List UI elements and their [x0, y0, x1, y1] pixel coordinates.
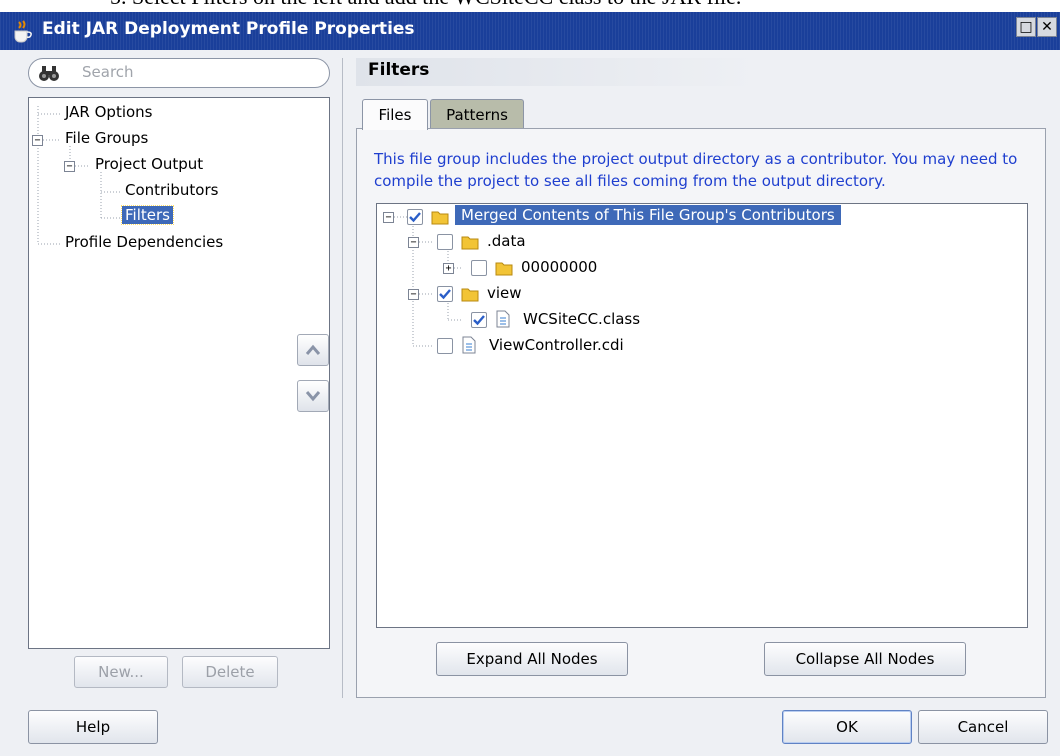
collapse-root-icon[interactable]: −: [383, 212, 394, 223]
expand-zeros-icon[interactable]: +: [443, 263, 454, 274]
page-title: Filters: [368, 60, 430, 80]
binoculars-icon: [38, 63, 60, 83]
data-checkbox[interactable]: [437, 234, 453, 250]
folder-icon: [461, 286, 479, 306]
expand-all-nodes-button[interactable]: Expand All Nodes: [436, 642, 628, 676]
view-checkbox[interactable]: [437, 286, 453, 302]
navigation-tree: − − JAR Options File Groups Project Outp…: [28, 97, 330, 649]
file-tree: − Merged Contents of This File Group's C…: [376, 203, 1028, 628]
move-down-button[interactable]: [297, 380, 329, 412]
nav-item-file-groups[interactable]: File Groups: [65, 129, 148, 147]
collapse-file-groups-icon[interactable]: −: [32, 135, 43, 146]
delete-button[interactable]: Delete: [182, 656, 278, 688]
checkmark-icon: [473, 315, 485, 326]
pane-divider[interactable]: [342, 58, 343, 698]
collapse-view-icon[interactable]: −: [408, 289, 419, 300]
collapse-all-nodes-button[interactable]: Collapse All Nodes: [764, 642, 966, 676]
move-up-button[interactable]: [297, 334, 329, 366]
help-button[interactable]: Help: [28, 710, 158, 744]
view-folder-label[interactable]: view: [487, 284, 522, 302]
close-button[interactable]: ✕: [1037, 17, 1057, 37]
checkmark-icon: [409, 212, 421, 223]
maximize-button[interactable]: □: [1016, 17, 1036, 37]
info-message: This file group includes the project out…: [374, 150, 1018, 190]
cancel-button[interactable]: Cancel: [918, 710, 1048, 744]
nav-item-project-output[interactable]: Project Output: [95, 155, 203, 173]
collapse-project-output-icon[interactable]: −: [64, 161, 75, 172]
nav-item-jar-options[interactable]: JAR Options: [65, 103, 153, 121]
chevron-up-icon: [305, 344, 321, 355]
root-node-label[interactable]: Merged Contents of This File Group's Con…: [455, 205, 841, 225]
root-checkbox[interactable]: [407, 209, 423, 225]
chevron-down-icon: [305, 391, 321, 402]
wcsite-checkbox[interactable]: [471, 312, 487, 328]
nav-item-profile-dependencies[interactable]: Profile Dependencies: [65, 233, 223, 251]
nav-item-contributors[interactable]: Contributors: [125, 181, 218, 199]
zeros-folder-label[interactable]: 00000000: [521, 258, 597, 276]
folder-icon: [431, 209, 449, 229]
zeros-checkbox[interactable]: [471, 260, 487, 276]
search-placeholder: Search: [82, 63, 134, 81]
data-folder-label[interactable]: .data: [487, 232, 526, 250]
tab-patterns[interactable]: Patterns: [430, 99, 524, 129]
collapse-data-icon[interactable]: −: [408, 237, 419, 248]
file-icon: [495, 310, 511, 332]
tab-files[interactable]: Files: [362, 99, 428, 130]
nav-item-filters[interactable]: Filters: [121, 205, 174, 225]
folder-icon: [495, 260, 513, 280]
viewcontroller-file-label[interactable]: ViewController.cdi: [489, 336, 624, 354]
viewcontroller-checkbox[interactable]: [437, 338, 453, 354]
checkmark-icon: [439, 289, 451, 300]
search-field[interactable]: [28, 58, 330, 88]
file-icon: [461, 336, 477, 358]
header-bar: [356, 58, 936, 86]
wcsite-file-label[interactable]: WCSiteCC.class: [523, 310, 640, 328]
instruction-text: 5. Select Filters on the left and add th…: [110, 0, 741, 10]
folder-icon: [461, 234, 479, 254]
ok-button[interactable]: OK: [782, 710, 912, 744]
window-title: Edit JAR Deployment Profile Properties: [42, 19, 415, 39]
java-cup-icon: [9, 19, 35, 43]
new-button[interactable]: New...: [74, 656, 168, 688]
